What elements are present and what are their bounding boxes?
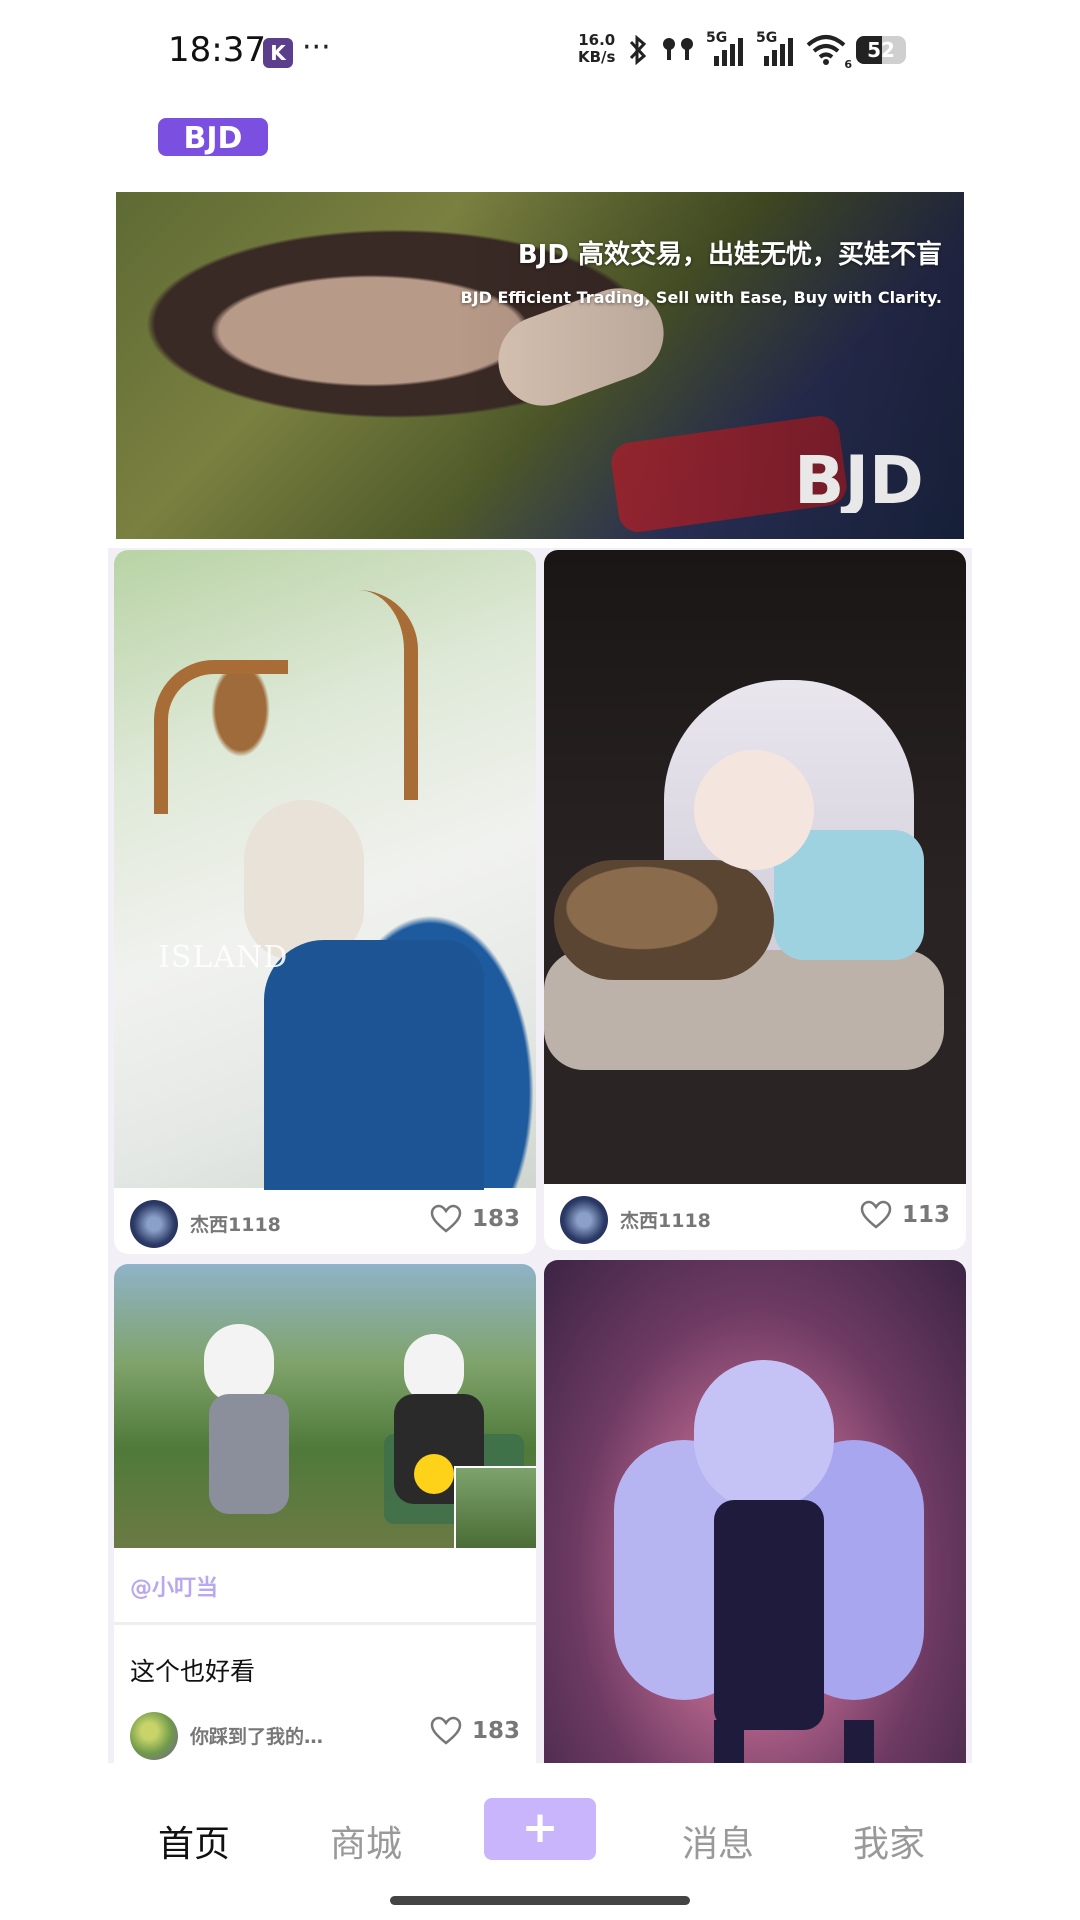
author-name[interactable]: 你踩到了我的… — [190, 1722, 323, 1749]
nav-mine[interactable]: 我家 — [853, 1815, 925, 1867]
post-tag[interactable]: @小叮当 — [130, 1570, 218, 1602]
status-time: 18:37 — [168, 30, 266, 70]
like-count: 183 — [471, 1718, 520, 1744]
image-inset — [454, 1466, 536, 1548]
avatar[interactable] — [130, 1712, 178, 1760]
post-footer: 杰西1118 113 — [544, 1186, 966, 1246]
like-count: 183 — [471, 1206, 520, 1232]
avatar[interactable] — [560, 1196, 608, 1244]
like-button[interactable]: 183 — [430, 1716, 520, 1746]
promo-banner[interactable]: BJD 高效交易，出娃无忧，买娃不盲 BJD Efficient Trading… — [116, 192, 964, 539]
nav-home[interactable]: 首页 — [158, 1815, 230, 1867]
plus-icon: + — [521, 1802, 559, 1853]
image-watermark: ISLAND — [158, 940, 289, 975]
app-logo: BJD — [158, 118, 268, 156]
battery-icon: 52 — [856, 36, 906, 64]
like-count: 113 — [901, 1202, 950, 1228]
post-caption: 这个也好看 — [130, 1657, 256, 1686]
app-logo-text: BJD — [184, 121, 243, 156]
network-speed-value: 16.0 — [578, 31, 616, 49]
app-notification-icon: K — [263, 38, 293, 68]
signal-icon-2: 5G — [756, 30, 796, 68]
post-card[interactable]: ISLAND 杰西1118 183 — [114, 550, 536, 1254]
battery-level: 52 — [867, 38, 895, 62]
heart-icon — [860, 1200, 892, 1229]
banner-logo-text: BJD — [794, 442, 924, 513]
wifi-index: 6 — [844, 58, 852, 71]
post-feed[interactable]: ISLAND 杰西1118 183 杰西1118 113 @小叮当 这个也好看 … — [108, 548, 972, 1763]
post-footer: 杰西1118 183 — [114, 1190, 536, 1250]
more-notifications-icon: ··· — [302, 30, 331, 65]
post-card[interactable]: @小叮当 这个也好看 你踩到了我的… 183 — [114, 1264, 536, 1763]
status-icons: 5G 5G 6 52 — [626, 30, 906, 71]
like-button[interactable]: 183 — [430, 1204, 520, 1234]
post-image[interactable]: ISLAND — [114, 550, 536, 1190]
heart-icon — [430, 1716, 462, 1745]
nav-messages[interactable]: 消息 — [682, 1815, 754, 1867]
bluetooth-icon — [629, 34, 647, 66]
home-indicator[interactable] — [390, 1896, 690, 1905]
banner-logo: BJD — [794, 442, 924, 513]
status-bar: 18:37 K ··· 16.0 KB/s 5G 5G 6 52 — [0, 0, 1080, 100]
wifi-icon: 6 — [806, 33, 852, 71]
post-card[interactable] — [544, 1260, 966, 1763]
post-image[interactable] — [544, 550, 966, 1184]
post-footer: 你踩到了我的… 183 — [114, 1702, 536, 1762]
banner-subtitle: BJD Efficient Trading, Sell with Ease, B… — [460, 288, 942, 307]
network-speed-unit: KB/s — [578, 48, 616, 66]
add-post-button[interactable]: + — [484, 1798, 596, 1860]
like-button[interactable]: 113 — [860, 1200, 950, 1230]
earbuds-icon — [663, 38, 693, 60]
avatar[interactable] — [130, 1200, 178, 1248]
signal-icon-1: 5G — [706, 30, 746, 68]
post-image[interactable] — [114, 1264, 536, 1548]
post-card[interactable]: 杰西1118 113 — [544, 550, 966, 1250]
author-name[interactable]: 杰西1118 — [190, 1210, 281, 1237]
post-image[interactable] — [544, 1260, 966, 1763]
nav-mall[interactable]: 商城 — [330, 1815, 402, 1867]
heart-icon — [430, 1204, 462, 1233]
divider — [114, 1622, 536, 1625]
banner-title: BJD 高效交易，出娃无忧，买娃不盲 — [517, 240, 942, 270]
network-speed: 16.0 KB/s — [578, 32, 615, 66]
author-name[interactable]: 杰西1118 — [620, 1206, 711, 1233]
